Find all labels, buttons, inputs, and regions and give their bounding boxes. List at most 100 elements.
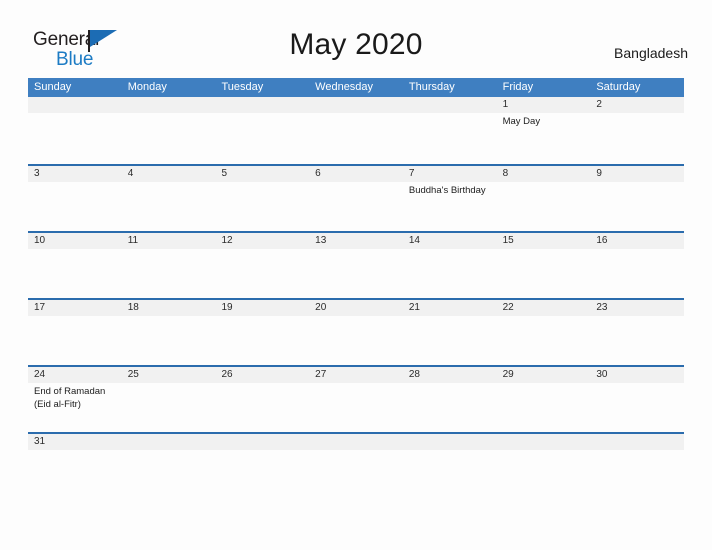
- page-header: General Blue May 2020 Bangladesh: [0, 0, 712, 76]
- calendar-week-row: 1 2 May Day: [28, 97, 684, 164]
- holiday-label: (Eid al-Fitr): [34, 399, 81, 410]
- day-number[interactable]: 19: [215, 300, 309, 316]
- day-number[interactable]: 30: [590, 367, 684, 383]
- day-number[interactable]: 31: [28, 434, 122, 450]
- day-cell: [122, 113, 216, 162]
- day-number[interactable]: 1: [497, 97, 591, 113]
- calendar-week-row: 31: [28, 432, 684, 465]
- day-number-empty: [215, 97, 309, 113]
- day-event-strip: Buddha's Birthday: [28, 182, 684, 231]
- day-number[interactable]: 17: [28, 300, 122, 316]
- day-cell[interactable]: [403, 249, 497, 298]
- day-number-empty: [122, 97, 216, 113]
- day-event-strip: [28, 450, 684, 466]
- calendar-week-row: 3 4 5 6 7 8 9 Buddha's Birthday: [28, 164, 684, 231]
- day-cell: [403, 113, 497, 162]
- day-number[interactable]: 11: [122, 233, 216, 249]
- day-cell: [215, 450, 309, 466]
- day-number[interactable]: 5: [215, 166, 309, 182]
- day-cell[interactable]: [122, 182, 216, 231]
- day-cell[interactable]: [590, 316, 684, 365]
- day-cell[interactable]: [122, 316, 216, 365]
- day-cell: [28, 113, 122, 162]
- weekday-header-wednesday: Wednesday: [315, 81, 374, 93]
- day-cell[interactable]: [215, 383, 309, 432]
- day-cell[interactable]: [28, 316, 122, 365]
- day-cell[interactable]: [122, 249, 216, 298]
- day-number[interactable]: 23: [590, 300, 684, 316]
- day-cell: [309, 450, 403, 466]
- day-number-strip: 24 25 26 27 28 29 30: [28, 367, 684, 383]
- day-number[interactable]: 27: [309, 367, 403, 383]
- weekday-header-friday: Friday: [502, 81, 534, 93]
- day-cell[interactable]: [28, 182, 122, 231]
- day-number[interactable]: 9: [590, 166, 684, 182]
- day-cell: [403, 450, 497, 466]
- day-number[interactable]: 22: [497, 300, 591, 316]
- day-cell: [590, 450, 684, 466]
- day-cell[interactable]: [590, 249, 684, 298]
- day-cell[interactable]: [122, 383, 216, 432]
- day-cell[interactable]: [497, 316, 591, 365]
- day-number[interactable]: 25: [122, 367, 216, 383]
- day-event-strip: [28, 249, 684, 298]
- day-number-strip: 17 18 19 20 21 22 23: [28, 300, 684, 316]
- day-cell[interactable]: [497, 383, 591, 432]
- day-cell[interactable]: [403, 316, 497, 365]
- day-cell-with-event[interactable]: May Day: [497, 113, 591, 162]
- holiday-label: May Day: [502, 116, 541, 127]
- day-number-strip: 12: [28, 97, 684, 113]
- day-cell[interactable]: [28, 450, 122, 466]
- day-cell[interactable]: [590, 113, 684, 162]
- day-number[interactable]: 28: [403, 367, 497, 383]
- day-number-empty: [403, 97, 497, 113]
- day-cell[interactable]: [215, 249, 309, 298]
- day-number[interactable]: 26: [215, 367, 309, 383]
- day-cell[interactable]: [309, 182, 403, 231]
- day-number[interactable]: 12: [215, 233, 309, 249]
- weekday-header-monday: Monday: [127, 81, 167, 93]
- day-number[interactable]: 3: [28, 166, 122, 182]
- holiday-label: End of Ramadan: [34, 386, 106, 397]
- day-cell[interactable]: [590, 383, 684, 432]
- day-number-empty: [309, 434, 403, 450]
- day-number[interactable]: 15: [497, 233, 591, 249]
- day-number[interactable]: 16: [590, 233, 684, 249]
- day-cell[interactable]: [309, 249, 403, 298]
- day-cell[interactable]: [497, 249, 591, 298]
- day-number[interactable]: 20: [309, 300, 403, 316]
- day-number-strip: 10 11 12 13 14 15 16: [28, 233, 684, 249]
- page-title: May 2020: [289, 28, 423, 61]
- day-number-empty: [497, 434, 591, 450]
- day-number[interactable]: 14: [403, 233, 497, 249]
- day-cell[interactable]: [215, 316, 309, 365]
- weekday-header-saturday: Saturday: [596, 81, 641, 93]
- day-cell[interactable]: [403, 383, 497, 432]
- day-cell[interactable]: [497, 182, 591, 231]
- weekday-header-sunday: Sunday: [34, 81, 72, 93]
- day-cell-with-event[interactable]: Buddha's Birthday: [403, 182, 497, 231]
- day-number[interactable]: 4: [122, 166, 216, 182]
- day-number[interactable]: 10: [28, 233, 122, 249]
- day-event-strip: End of Ramadan (Eid al-Fitr): [28, 383, 684, 432]
- day-number[interactable]: 6: [309, 166, 403, 182]
- day-cell[interactable]: [28, 249, 122, 298]
- day-number[interactable]: 2: [590, 97, 684, 113]
- day-cell[interactable]: [309, 383, 403, 432]
- weekday-header-row: Sunday Monday Tuesday Wednesday Thursday…: [28, 78, 684, 97]
- day-number-empty: [122, 434, 216, 450]
- day-event-strip: May Day: [28, 113, 684, 162]
- day-number[interactable]: 7: [403, 166, 497, 182]
- day-number-strip: 31: [28, 434, 684, 450]
- day-cell[interactable]: [309, 316, 403, 365]
- day-number[interactable]: 18: [122, 300, 216, 316]
- day-number[interactable]: 29: [497, 367, 591, 383]
- day-number[interactable]: 24: [28, 367, 122, 383]
- day-cell[interactable]: [215, 182, 309, 231]
- day-number[interactable]: 21: [403, 300, 497, 316]
- day-number[interactable]: 8: [497, 166, 591, 182]
- day-cell[interactable]: [590, 182, 684, 231]
- day-number[interactable]: 13: [309, 233, 403, 249]
- holiday-label: Buddha's Birthday: [408, 185, 486, 196]
- day-cell-with-event[interactable]: End of Ramadan (Eid al-Fitr): [28, 383, 122, 432]
